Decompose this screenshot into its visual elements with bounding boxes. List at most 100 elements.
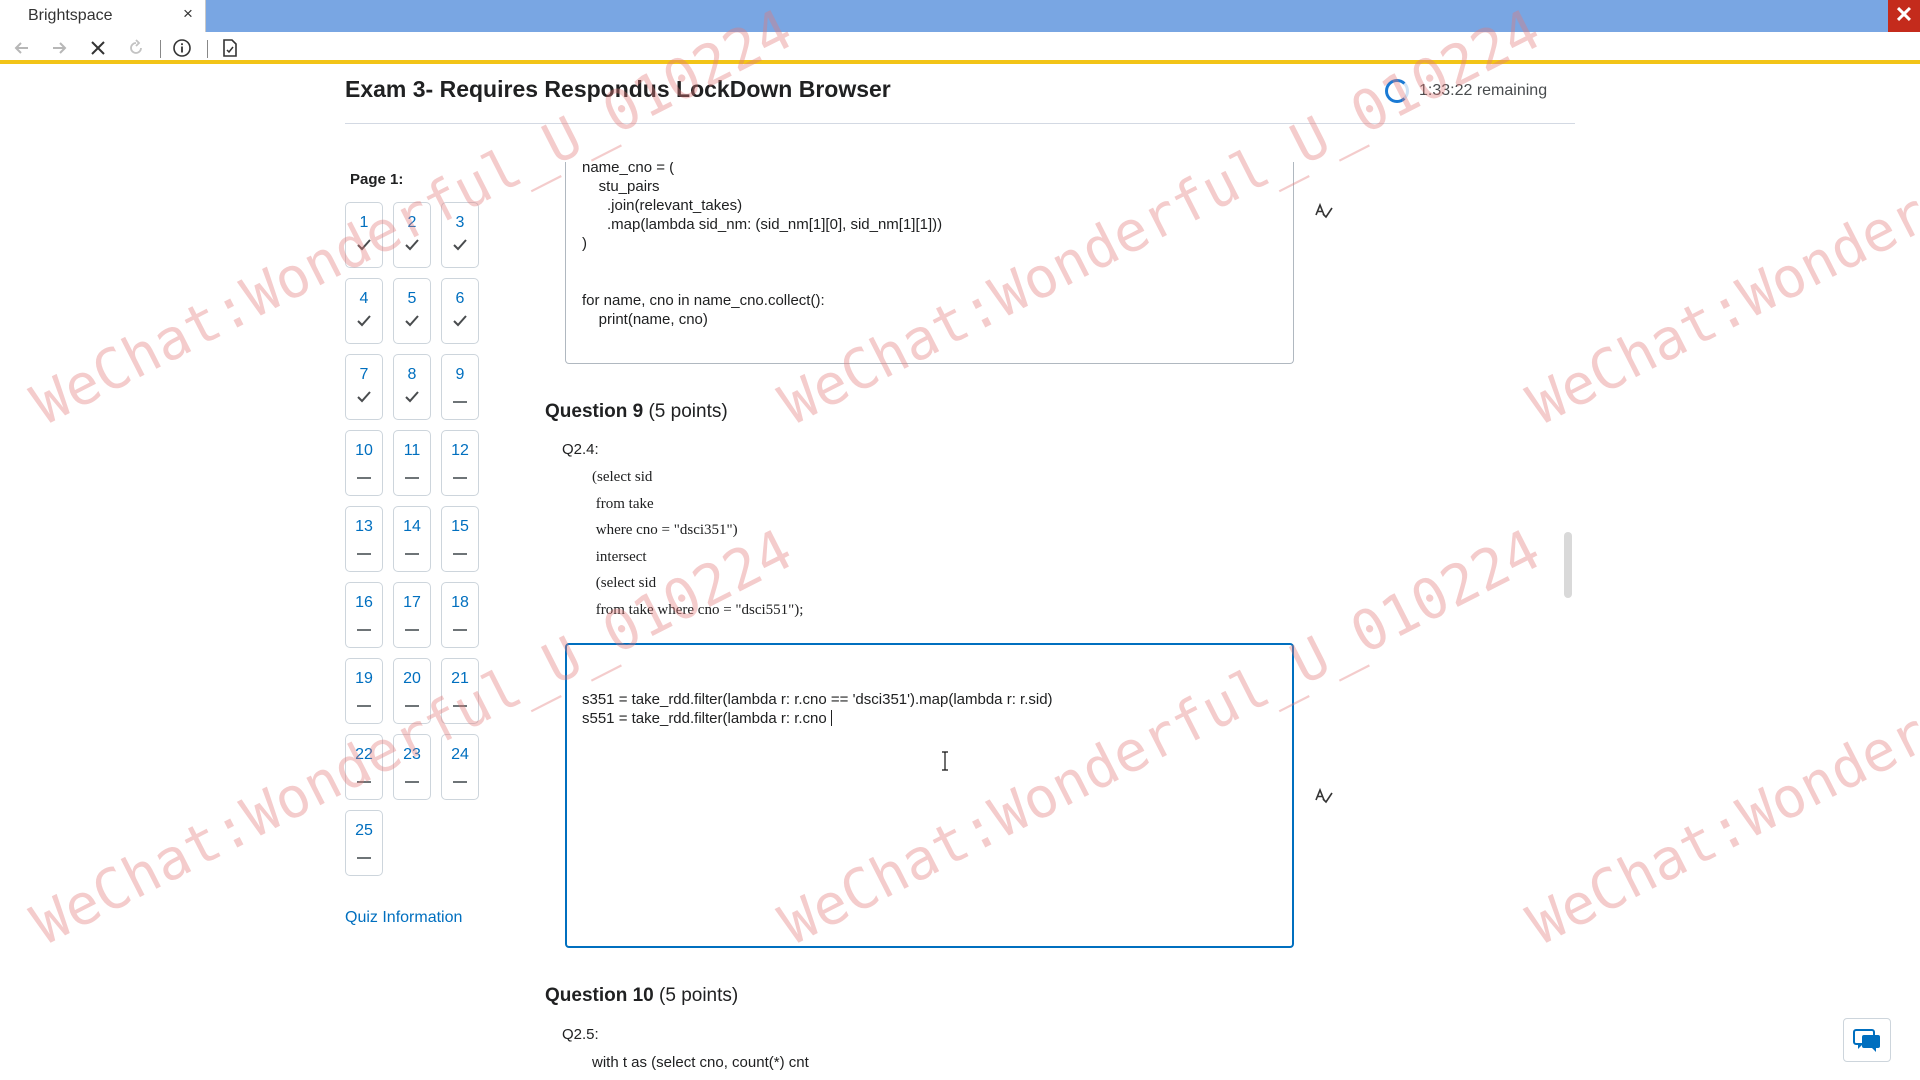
question-10-sql: with t as (select cno, count(*) cnt	[592, 1054, 809, 1071]
question-nav-7[interactable]: 7	[345, 354, 383, 420]
question-nav-number: 24	[451, 746, 469, 763]
question-nav-18[interactable]: 18	[441, 582, 479, 648]
question-nav-10[interactable]: 10	[345, 430, 383, 496]
reload-button[interactable]	[124, 36, 148, 60]
question-9-label: Q2.4:	[562, 441, 599, 458]
question-nav-number: 22	[355, 746, 373, 763]
spellcheck-icon[interactable]	[1313, 199, 1335, 221]
window-close-button[interactable]: ✕	[1888, 0, 1920, 32]
browser-toolbar	[0, 32, 1920, 64]
code-line: for name, cno in name_cno.collect():	[582, 292, 825, 309]
page-label: Page 1:	[350, 171, 404, 188]
tab-close-button[interactable]: ×	[183, 4, 193, 24]
unanswered-dash	[394, 694, 430, 710]
arrow-left-icon	[14, 42, 28, 54]
question-nav-number: 1	[359, 214, 369, 231]
question-nav-number: 20	[403, 670, 421, 687]
unanswered-dash	[346, 466, 382, 482]
question-nav-number: 11	[403, 442, 421, 459]
question-nav-24[interactable]: 24	[441, 734, 479, 800]
scrollbar-thumb[interactable]	[1564, 532, 1572, 598]
unanswered-dash	[346, 542, 382, 558]
header-divider	[345, 123, 1575, 124]
info-icon	[173, 39, 191, 57]
question-nav-13[interactable]: 13	[345, 506, 383, 572]
browser-tab[interactable]: Brightspace ×	[0, 0, 206, 32]
question-nav-17[interactable]: 17	[393, 582, 431, 648]
code-line: .join(relevant_takes)	[582, 197, 743, 214]
page-icon	[223, 39, 237, 57]
spellcheck-icon[interactable]	[1313, 784, 1335, 806]
question-9-answer-editor[interactable]: s351 = take_rdd.filter(lambda r: r.cno =…	[565, 643, 1294, 948]
unanswered-dash	[394, 542, 430, 558]
forward-button[interactable]	[47, 36, 71, 60]
question-nav-number: 25	[355, 822, 373, 839]
question-nav-12[interactable]: 12	[441, 430, 479, 496]
question-nav-number: 14	[403, 518, 421, 535]
check-icon	[346, 238, 382, 254]
question-nav-number: 23	[403, 746, 421, 763]
unanswered-dash	[346, 846, 382, 862]
i-beam-cursor-icon	[942, 751, 948, 771]
question-nav-4[interactable]: 4	[345, 278, 383, 344]
question-nav-11[interactable]: 11	[393, 430, 431, 496]
unanswered-dash	[442, 770, 478, 786]
back-button[interactable]	[10, 36, 34, 60]
quiz-information-link[interactable]: Quiz Information	[345, 909, 462, 927]
unanswered-dash	[346, 770, 382, 786]
text-cursor	[830, 710, 832, 726]
question-nav-23[interactable]: 23	[393, 734, 431, 800]
question-nav-number: 2	[407, 214, 417, 231]
timer-icon	[1385, 79, 1409, 103]
question-nav-15[interactable]: 15	[441, 506, 479, 572]
question-nav-number: 6	[455, 290, 465, 307]
check-icon	[442, 238, 478, 254]
question-9-heading: Question 9 (5 points)	[545, 401, 728, 423]
check-icon	[394, 238, 430, 254]
unanswered-dash	[394, 618, 430, 634]
question-nav-20[interactable]: 20	[393, 658, 431, 724]
code-line: name_cno = (	[582, 162, 675, 176]
question-nav-number: 19	[355, 670, 373, 687]
question-nav-number: 13	[355, 518, 373, 535]
question-nav-21[interactable]: 21	[441, 658, 479, 724]
question-9-answer-text: s351 = take_rdd.filter(lambda r: r.cno =…	[582, 691, 1053, 727]
question-nav-14[interactable]: 14	[393, 506, 431, 572]
x-icon	[91, 41, 105, 55]
chat-button[interactable]	[1843, 1018, 1891, 1062]
unanswered-dash	[442, 390, 478, 406]
question-nav-22[interactable]: 22	[345, 734, 383, 800]
check-icon	[394, 390, 430, 406]
time-remaining: 1:33:22 remaining	[1385, 79, 1547, 103]
question-nav-1[interactable]: 1	[345, 202, 383, 268]
unanswered-dash	[346, 618, 382, 634]
question-nav-number: 7	[359, 366, 369, 383]
question-nav-number: 16	[355, 594, 373, 611]
check-icon	[442, 314, 478, 330]
code-line: print(name, cno)	[582, 311, 708, 328]
question-nav-number: 12	[451, 442, 469, 459]
question-9-points: (5 points)	[648, 401, 728, 422]
question-nav-25[interactable]: 25	[345, 810, 383, 876]
info-button[interactable]	[170, 36, 194, 60]
unanswered-dash	[442, 694, 478, 710]
check-icon	[346, 390, 382, 406]
question-nav-8[interactable]: 8	[393, 354, 431, 420]
question-nav-19[interactable]: 19	[345, 658, 383, 724]
tab-title: Brightspace	[28, 7, 113, 24]
stop-button[interactable]	[86, 36, 110, 60]
question-nav-number: 9	[455, 366, 465, 383]
question-nav-2[interactable]: 2	[393, 202, 431, 268]
question-nav-3[interactable]: 3	[441, 202, 479, 268]
code-line: .map(lambda sid_nm: (sid_nm[1][0], sid_n…	[582, 216, 943, 233]
question-9-sql: (select sid from take where cno = "dsci3…	[592, 469, 804, 618]
previous-answer-editor[interactable]: name_cno = ( stu_pairs .join(relevant_ta…	[565, 162, 1294, 364]
exam-title: Exam 3- Requires Respondus LockDown Brow…	[345, 76, 891, 102]
page-button[interactable]	[218, 36, 242, 60]
question-nav-9[interactable]: 9	[441, 354, 479, 420]
question-nav-6[interactable]: 6	[441, 278, 479, 344]
question-nav-5[interactable]: 5	[393, 278, 431, 344]
tab-strip: Brightspace ×	[0, 0, 1920, 32]
question-nav-16[interactable]: 16	[345, 582, 383, 648]
